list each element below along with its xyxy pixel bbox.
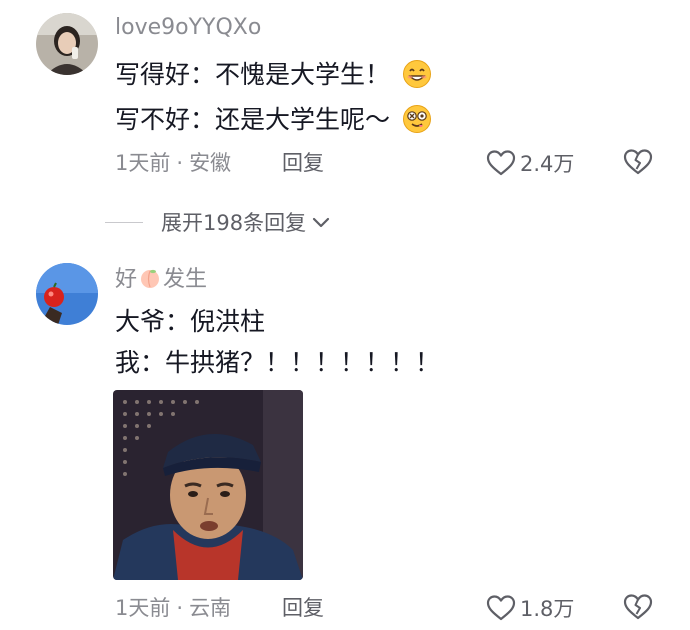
username-suffix: 发生 — [163, 267, 208, 292]
dislike-button[interactable] — [623, 148, 653, 176]
meta-separator: · — [176, 596, 184, 620]
reply-button[interactable]: 回复 — [282, 598, 324, 619]
username-prefix: 好 — [115, 267, 138, 292]
like-button[interactable]: 2.4万 — [486, 148, 574, 178]
comment-location: 云南 — [189, 596, 232, 620]
heart-outline-icon — [486, 150, 516, 176]
comment-text: 写不好：还是大学生呢～ — [115, 104, 391, 134]
dislike-button[interactable] — [623, 593, 653, 621]
broken-heart-icon — [623, 149, 653, 175]
meta-separator: · — [176, 151, 184, 175]
expand-divider — [105, 221, 143, 223]
meme-image[interactable] — [113, 390, 303, 580]
dizzy-face-emoji — [402, 104, 432, 134]
like-count: 1.8万 — [520, 597, 575, 621]
heart-outline-icon — [486, 595, 516, 621]
comment-meta: 1天前 · 云南 — [115, 598, 231, 619]
like-button[interactable]: 1.8万 — [486, 593, 574, 623]
chevron-down-icon — [312, 217, 330, 228]
comment-text-line: 写得好：不愧是大学生！ — [115, 59, 432, 89]
comment-text: 大爷：倪洪柱 — [115, 307, 266, 336]
comment-text-line: 大爷：倪洪柱 — [115, 309, 265, 334]
user-avatar-photo — [36, 263, 98, 325]
comment-meta: 1天前 · 安徽 — [115, 153, 231, 174]
user-avatar-photo — [36, 13, 98, 75]
comment-location: 安徽 — [189, 151, 232, 175]
comment-text-line: 写不好：还是大学生呢～ — [115, 104, 432, 134]
like-count: 2.4万 — [520, 152, 575, 176]
reply-button[interactable]: 回复 — [282, 153, 324, 174]
avatar[interactable] — [36, 13, 98, 75]
comment-time: 1天前 — [115, 596, 171, 620]
peach-emoji — [139, 267, 161, 289]
comment-text: 写得好：不愧是大学生！ — [115, 59, 391, 89]
comment-text: 我：牛拱猪？！！！！！！！ — [115, 348, 441, 377]
meme-photo — [113, 390, 303, 580]
comment-username[interactable]: 好发生 — [115, 267, 207, 291]
grinning-sweat-emoji — [402, 59, 432, 89]
comment-list: love9oYYQXo 写得好：不愧是大学生！ 写不好：还是大学生呢～ 1天前 … — [0, 0, 690, 630]
comment-username[interactable]: love9oYYQXo — [115, 17, 261, 39]
avatar[interactable] — [36, 263, 98, 325]
comment-text-line: 我：牛拱猪？！！！！！！！ — [115, 350, 440, 375]
broken-heart-icon — [623, 594, 653, 620]
expand-replies-button[interactable]: 展开198条回复 — [105, 207, 330, 237]
comment-time: 1天前 — [115, 151, 171, 175]
expand-replies-label: 展开198条回复 — [161, 211, 307, 235]
